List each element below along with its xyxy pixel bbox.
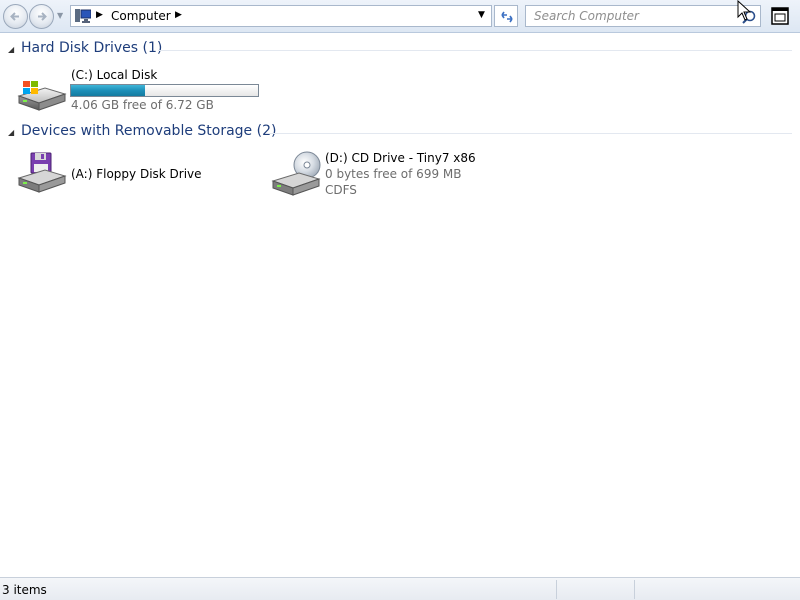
navigation-toolbar: ▼ ▶ Computer ▶ ▼ Search Computer: [0, 0, 800, 33]
group-title: Hard Disk Drives (1): [21, 40, 163, 56]
breadcrumb-computer[interactable]: Computer: [111, 9, 171, 23]
search-input[interactable]: Search Computer: [534, 9, 639, 23]
forward-arrow-icon: [38, 12, 47, 21]
recent-pages-dropdown[interactable]: ▼: [57, 11, 67, 21]
group-title: Devices with Removable Storage (2): [21, 123, 277, 139]
drive-free-space: 0 bytes free of 699 MB: [325, 167, 462, 181]
group-divider: [158, 50, 792, 51]
drive-name: (D:) CD Drive - Tiny7 x86: [325, 151, 476, 165]
breadcrumb-chevron-icon[interactable]: ▶: [175, 10, 182, 20]
capacity-bar-fill: [71, 85, 146, 96]
refresh-button[interactable]: [494, 5, 518, 27]
address-history-dropdown[interactable]: ▼: [478, 10, 485, 20]
drive-free-space: 4.06 GB free of 6.72 GB: [71, 98, 214, 112]
breadcrumb-separator-icon[interactable]: ▶: [96, 10, 103, 20]
forward-button[interactable]: [29, 4, 54, 29]
drive-name: (A:) Floppy Disk Drive: [71, 167, 202, 181]
floppy-drive-icon: [17, 152, 67, 193]
mouse-pointer-icon: [737, 0, 752, 21]
item-count: 3 items: [2, 583, 47, 597]
back-button[interactable]: [3, 4, 28, 29]
group-divider: [266, 133, 792, 134]
capacity-bar: [70, 84, 259, 97]
search-box[interactable]: Search Computer: [525, 5, 761, 27]
refresh-icon: [501, 11, 513, 23]
back-arrow-icon: [10, 12, 19, 21]
group-header-hard-disk-drives[interactable]: ◢ Hard Disk Drives (1): [8, 40, 792, 60]
group-header-removable-storage[interactable]: ◢ Devices with Removable Storage (2): [8, 123, 792, 143]
drive-name: (C:) Local Disk: [71, 68, 158, 82]
status-divider: [634, 580, 635, 599]
status-divider: [556, 580, 557, 599]
computer-icon: [75, 9, 91, 23]
status-bar: 3 items: [0, 577, 800, 600]
hard-disk-windows-icon: [17, 81, 67, 111]
drive-filesystem: CDFS: [325, 183, 357, 197]
maximize-window-icon[interactable]: [770, 6, 790, 26]
collapse-arrow-icon[interactable]: ◢: [8, 128, 14, 137]
address-bar[interactable]: ▶ Computer ▶ ▼: [70, 5, 492, 27]
collapse-arrow-icon[interactable]: ◢: [8, 45, 14, 54]
cd-drive-icon: [271, 151, 321, 196]
